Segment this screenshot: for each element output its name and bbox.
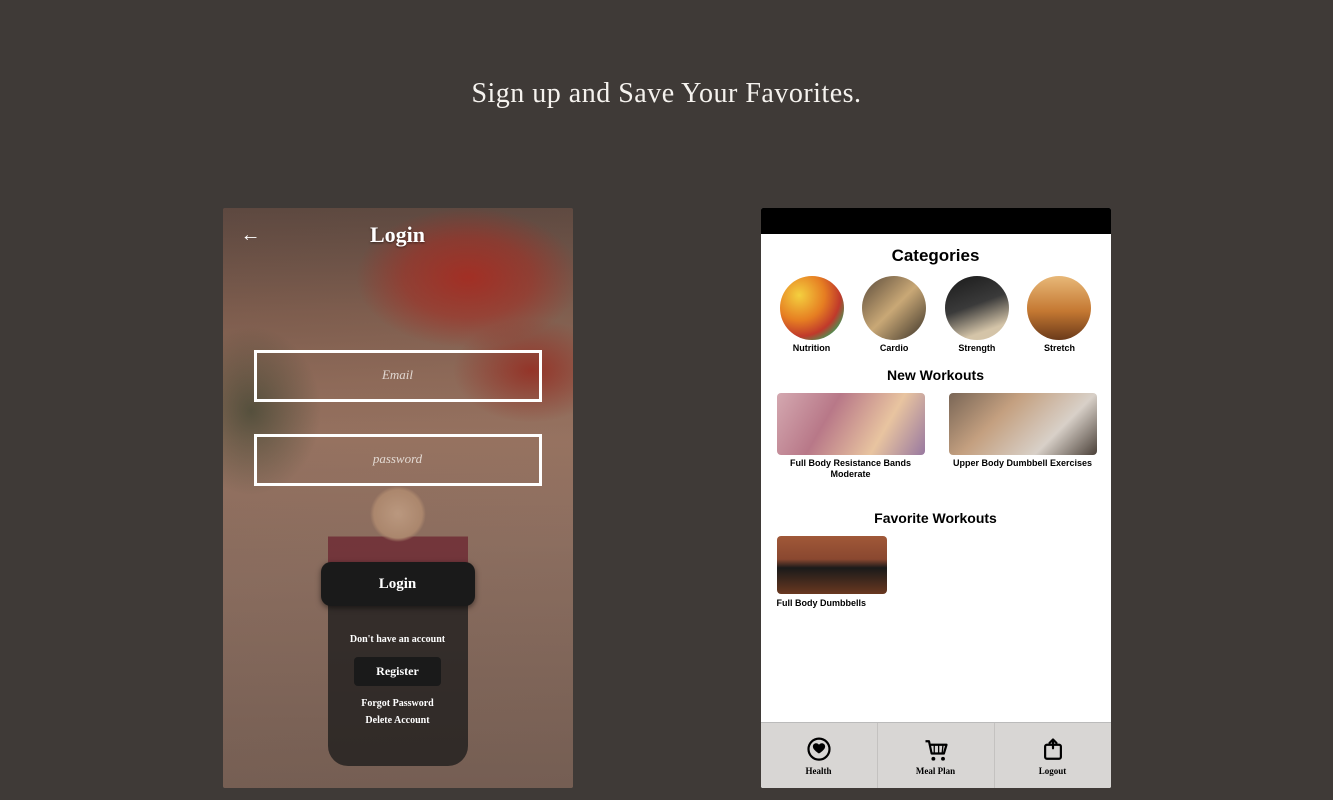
- register-button[interactable]: Register: [354, 657, 441, 686]
- workout-image: [777, 536, 887, 594]
- categories-row: Nutrition Cardio Strength Stretch: [777, 276, 1095, 353]
- login-button[interactable]: Login: [321, 562, 475, 606]
- workout-image: [777, 393, 925, 455]
- bottom-nav: Health Meal Plan Logout: [761, 722, 1111, 788]
- category-strength[interactable]: Strength: [942, 276, 1012, 353]
- favorite-workouts-heading: Favorite Workouts: [777, 510, 1095, 526]
- phones-row: ← Login Login Don't have an account Regi…: [0, 208, 1333, 788]
- categories-screen: Categories Nutrition Cardio Strength Str…: [761, 208, 1111, 788]
- new-workouts-heading: New Workouts: [777, 367, 1095, 383]
- category-label: Nutrition: [777, 343, 847, 353]
- categories-body: Categories Nutrition Cardio Strength Str…: [761, 234, 1111, 722]
- workout-title: Full Body Dumbbells: [777, 598, 897, 609]
- nav-label: Meal Plan: [916, 766, 955, 776]
- forgot-password-link[interactable]: Forgot Password: [350, 698, 445, 709]
- category-stretch[interactable]: Stretch: [1024, 276, 1094, 353]
- workout-card[interactable]: Full Body Dumbbells: [777, 536, 897, 609]
- stretch-icon: [1027, 276, 1091, 340]
- category-label: Stretch: [1024, 343, 1094, 353]
- password-field[interactable]: [254, 434, 542, 486]
- logout-icon: [1038, 736, 1068, 764]
- workout-card[interactable]: Upper Body Dumbbell Exercises: [949, 393, 1097, 480]
- login-links: Don't have an account Register Forgot Pa…: [350, 628, 445, 732]
- nav-logout[interactable]: Logout: [995, 723, 1111, 788]
- login-title: Login: [241, 222, 555, 248]
- email-field[interactable]: [254, 350, 542, 402]
- nav-health[interactable]: Health: [761, 723, 878, 788]
- categories-heading: Categories: [777, 246, 1095, 266]
- login-screen: ← Login Login Don't have an account Regi…: [223, 208, 573, 788]
- workout-card[interactable]: Full Body Resistance Bands Moderate: [777, 393, 925, 480]
- category-nutrition[interactable]: Nutrition: [777, 276, 847, 353]
- no-account-text: Don't have an account: [350, 634, 445, 645]
- nav-label: Logout: [1039, 766, 1067, 776]
- login-header: ← Login: [223, 208, 573, 262]
- workout-title: Full Body Resistance Bands Moderate: [777, 458, 925, 480]
- login-form: Login Don't have an account Register For…: [223, 262, 573, 732]
- new-workouts-row: Full Body Resistance Bands Moderate Uppe…: [777, 393, 1095, 480]
- heart-icon: [804, 736, 834, 764]
- status-bar: [761, 208, 1111, 234]
- page-headline: Sign up and Save Your Favorites.: [0, 0, 1333, 110]
- workout-image: [949, 393, 1097, 455]
- cart-icon: [921, 736, 951, 764]
- category-label: Cardio: [859, 343, 929, 353]
- nav-label: Health: [806, 766, 832, 776]
- delete-account-link[interactable]: Delete Account: [350, 715, 445, 726]
- workout-title: Upper Body Dumbbell Exercises: [949, 458, 1097, 469]
- strength-icon: [945, 276, 1009, 340]
- nutrition-icon: [780, 276, 844, 340]
- nav-meal-plan[interactable]: Meal Plan: [878, 723, 995, 788]
- cardio-icon: [862, 276, 926, 340]
- category-cardio[interactable]: Cardio: [859, 276, 929, 353]
- category-label: Strength: [942, 343, 1012, 353]
- favorite-workouts-row: Full Body Dumbbells: [777, 536, 1095, 609]
